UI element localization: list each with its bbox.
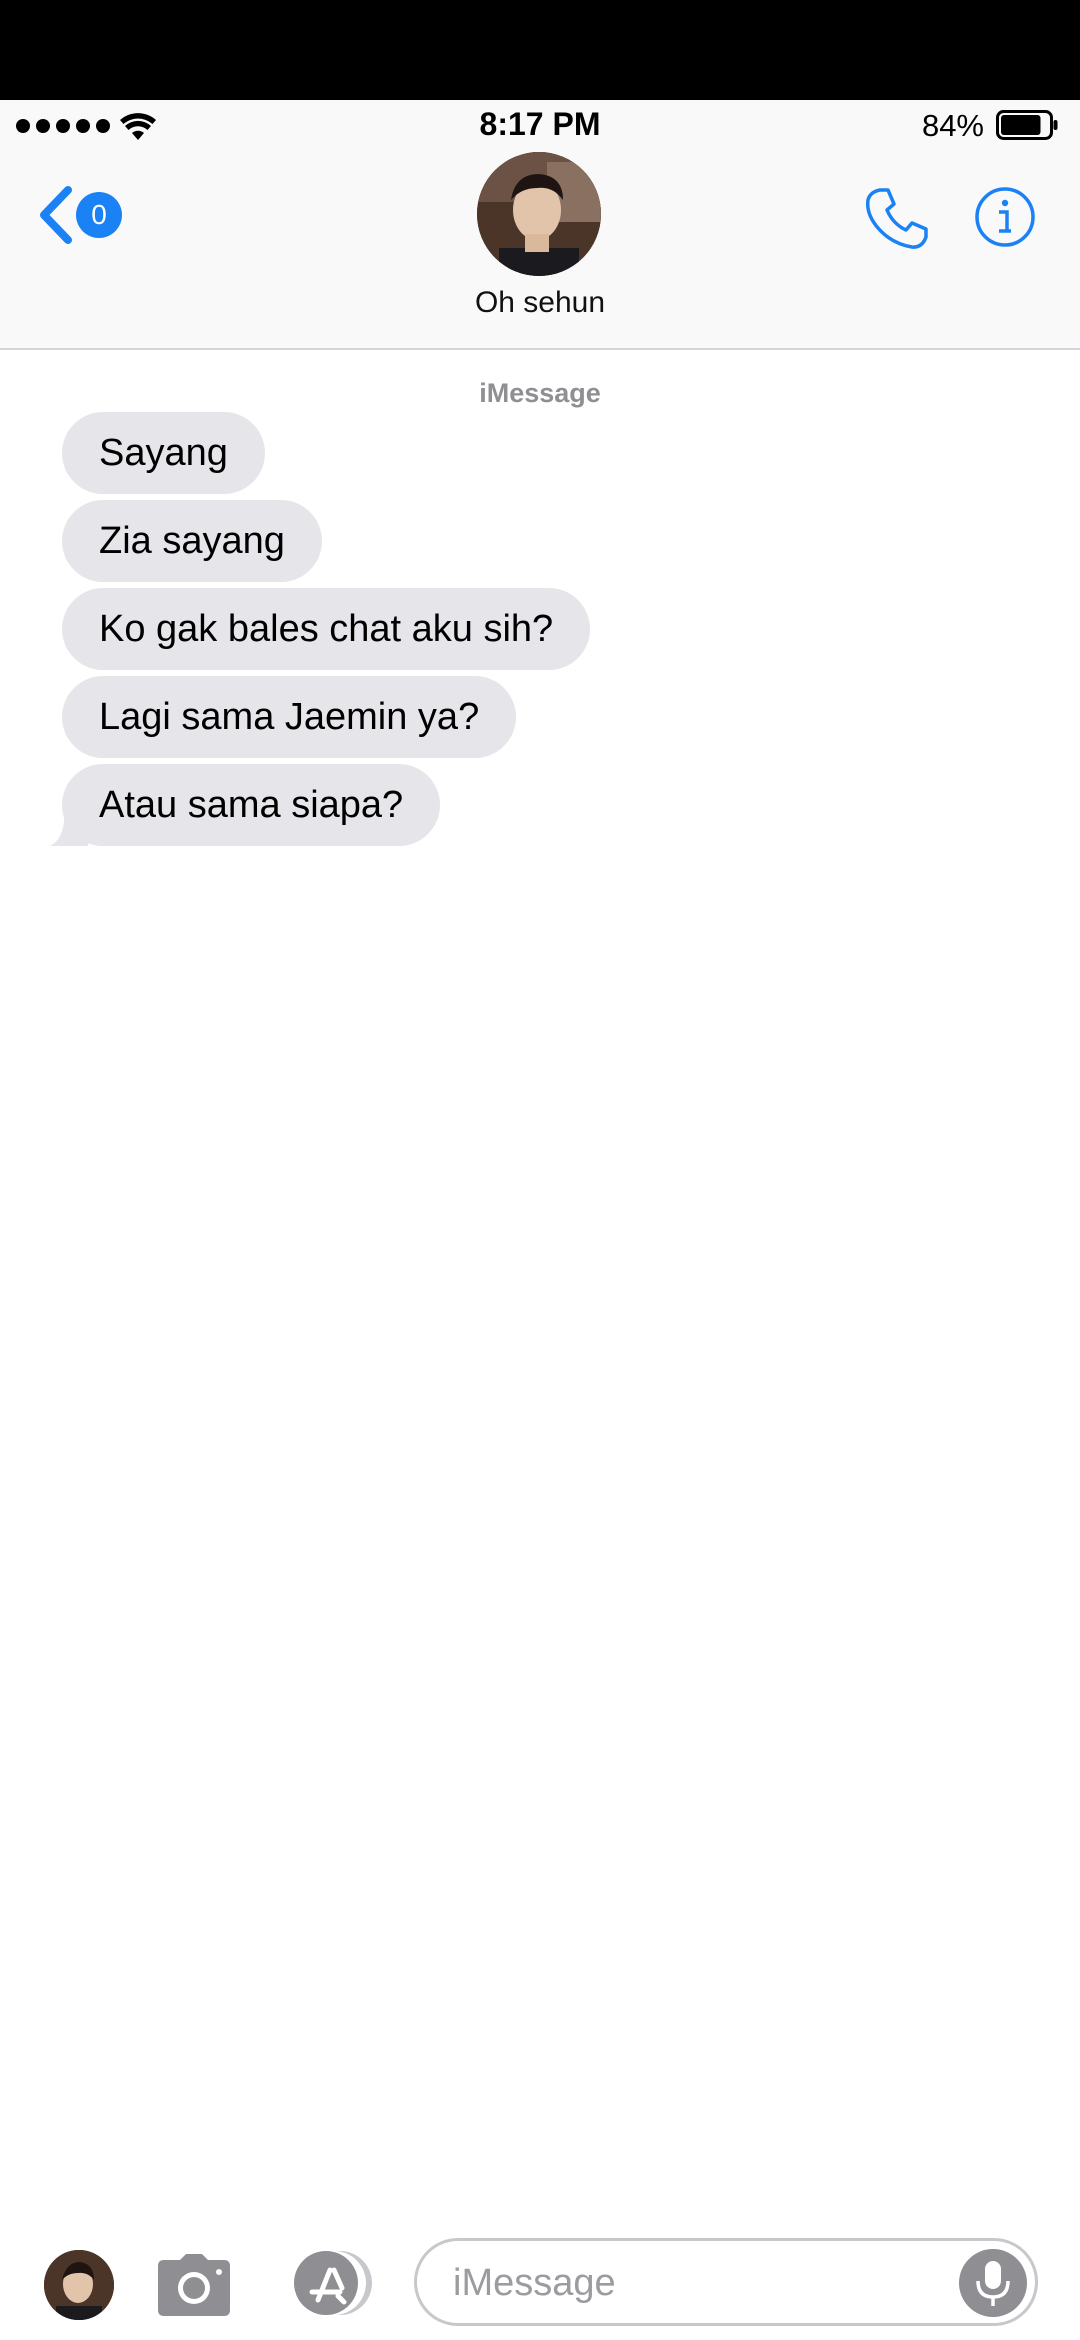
microphone-icon (976, 2261, 1010, 2306)
service-label: iMessage (479, 378, 601, 408)
message-row: Zia sayang (62, 500, 962, 588)
status-bar: 8:17 PM 84% (0, 100, 1080, 150)
received-message-bubble[interactable]: Ko gak bales chat aku sih? (62, 588, 591, 670)
message-row: Lagi sama Jaemin ya? (62, 676, 962, 764)
messages-screen: 8:17 PM 84% 0 Oh sehun iMessage Sayang Z… (0, 0, 1080, 2340)
memoji-sticker-button[interactable] (44, 2250, 114, 2320)
back-button[interactable]: 0 (36, 180, 136, 252)
app-store-icon[interactable] (282, 2248, 378, 2318)
message-row: Ko gak bales chat aku sih? (62, 588, 962, 676)
sticker-avatar-icon (44, 2250, 114, 2320)
message-row: Sayang (62, 412, 962, 500)
info-icon[interactable] (974, 186, 1036, 248)
top-black-bar (0, 0, 1080, 100)
camera-icon[interactable] (156, 2252, 232, 2318)
message-input-bar (0, 2220, 1080, 2340)
received-message-bubble[interactable]: Lagi sama Jaemin ya? (62, 676, 517, 758)
contact-avatar[interactable] (477, 152, 601, 276)
message-row: Atau sama siapa? (50, 764, 962, 852)
status-time: 8:17 PM (479, 106, 601, 142)
phone-icon[interactable] (862, 184, 932, 254)
received-message-bubble[interactable]: Atau sama siapa? (62, 764, 441, 846)
message-list: Sayang Zia sayang Ko gak bales chat aku … (50, 412, 962, 852)
battery-percentage: 84% (921, 108, 984, 143)
contact-name[interactable]: Oh sehun (0, 286, 1080, 320)
chevron-left-icon (40, 186, 72, 244)
battery-icon (996, 110, 1058, 140)
received-message-bubble[interactable]: Zia sayang (62, 500, 322, 582)
unread-count-badge: 0 (76, 192, 122, 238)
conversation-header: 0 Oh sehun (0, 150, 1080, 350)
microphone-button[interactable] (959, 2249, 1027, 2317)
avatar-photo (477, 152, 601, 276)
message-text-field[interactable] (414, 2238, 1038, 2326)
message-input[interactable] (453, 2255, 933, 2311)
received-message-bubble[interactable]: Sayang (62, 412, 265, 494)
